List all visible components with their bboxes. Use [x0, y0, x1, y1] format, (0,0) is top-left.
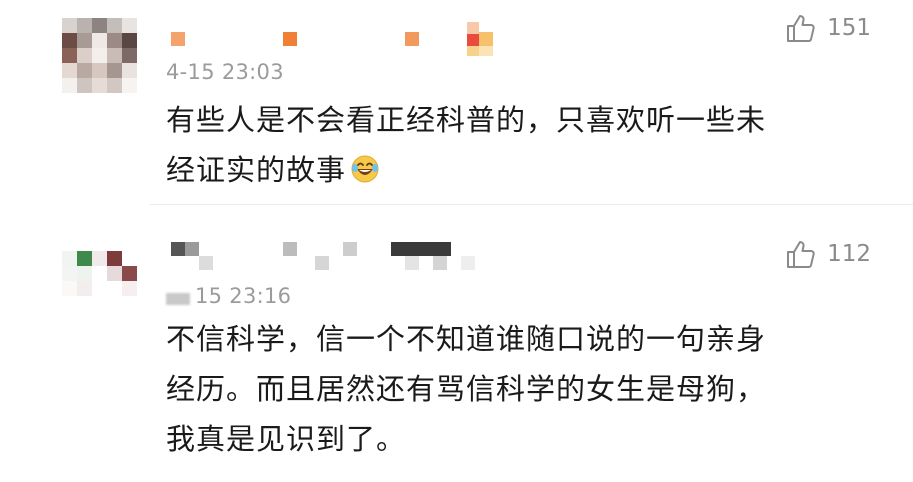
comment-item: 4-15 23:03 有些人是不会看正经科普的，只喜欢听一些未 经证实的故事 1…: [0, 0, 913, 214]
comment-item: 15 23:16 不信科学，信一个不知道谁随口说的一句亲身 经历。而且居然还有骂…: [0, 214, 913, 482]
username-mosaic[interactable]: [165, 22, 505, 56]
comment-text-line: 有些人是不会看正经科普的，只喜欢听一些未: [166, 103, 767, 137]
comment-timestamp: 4-15 23:03: [166, 60, 284, 84]
comment-text-line: 经证实的故事: [166, 145, 856, 199]
like-button[interactable]: 151: [785, 12, 871, 44]
username-mosaic[interactable]: [165, 242, 495, 276]
comment-timestamp: 15 23:16: [195, 284, 292, 308]
comment-text-line-content: 经证实的故事: [166, 153, 347, 187]
comment-text: 不信科学，信一个不知道谁随口说的一句亲身 经历。而且居然还有骂信科学的女生是母狗…: [166, 314, 856, 464]
comment-text-line: 经历。而且居然还有骂信科学的女生是母狗，: [166, 372, 767, 406]
avatar[interactable]: [62, 18, 137, 93]
avatar[interactable]: [62, 236, 137, 311]
comment-text-line: 我真是见识到了。: [166, 422, 407, 456]
laughing-with-tears-icon: [350, 149, 380, 199]
comment-text: 有些人是不会看正经科普的，只喜欢听一些未 经证实的故事: [166, 95, 856, 199]
comment-text-line: 不信科学，信一个不知道谁随口说的一句亲身: [166, 322, 767, 356]
thumbs-up-icon: [785, 12, 817, 44]
like-count: 151: [827, 15, 871, 41]
like-count: 112: [827, 241, 871, 267]
comment-list: 4-15 23:03 有些人是不会看正经科普的，只喜欢听一些未 经证实的故事 1…: [0, 0, 913, 482]
divider: [150, 204, 913, 205]
timestamp-mosaic: [166, 293, 190, 305]
thumbs-up-icon: [785, 238, 817, 270]
like-button[interactable]: 112: [785, 238, 871, 270]
